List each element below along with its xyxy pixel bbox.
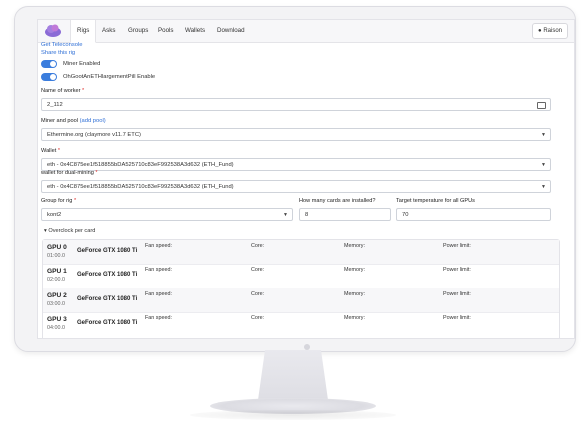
overclock-label: Overclock per card [48,228,96,234]
power-indicator [304,344,310,350]
miner-enabled-toggle[interactable] [41,60,57,68]
stand-shadow [190,410,396,420]
dual-wallet-select[interactable]: eth - 0x4C875ee1f518855bDA525710c83eF992… [41,180,551,193]
tab-rigs[interactable]: Rigs [70,20,97,43]
core-label: Core: [251,243,265,249]
tab-download[interactable]: Download [211,20,251,42]
gpu-model: GeForce GTX 1080 Ti [77,248,138,254]
target-temp-input[interactable]: 70 [396,208,551,221]
power-limit-label: Power limit: [443,243,471,249]
miner-pool-select[interactable]: Ethermine.org (claymore v11.7 ETC) ▼ [41,128,551,141]
cards-count-input[interactable]: 8 [299,208,391,221]
add-pool-link[interactable]: (add pool) [80,118,106,124]
gpu-row: GPU 0 01:00.0 GeForce GTX 1080 Ti Fan sp… [43,240,559,265]
gpu-id: 01:00.0 [47,253,65,259]
group-value: kont2 [47,212,62,218]
chevron-down-icon: ▼ [541,132,546,138]
core-label: Core: [251,267,265,273]
share-rig-link[interactable]: Share this rig [41,50,75,56]
memory-label: Memory: [344,243,365,249]
worker-name-value: 2_112 [47,102,63,108]
gpu-model: GeForce GTX 1080 Ti [77,272,138,278]
gpu-id: 04:00.0 [47,325,65,331]
monitor-stand-neck [258,350,328,400]
gpu-name: GPU 0 [47,244,67,251]
wallet-select[interactable]: eth - 0x4C875ee1f518855bDA525710c83eF992… [41,158,551,171]
screen: Rigs Asks Groups Pools Wallets Download … [37,19,575,339]
logo-cloud-icon [45,24,61,37]
miner-pool-label: Miner and pool (add pool) [41,118,106,124]
wallet-value: eth - 0x4C875ee1f518855bDA525710c83eF992… [47,162,234,168]
tab-wallets[interactable]: Wallets [179,20,211,42]
gpu-model: GeForce GTX 1080 Ti [77,320,138,326]
tab-pools[interactable]: Pools [152,20,179,42]
group-select[interactable]: kont2 ▼ [41,208,293,221]
core-label: Core: [251,315,265,321]
miner-enabled-label: Miner Enabled [63,61,101,67]
rig-form: Get Teleconsole Share this rig Miner Ena… [38,42,574,338]
power-limit-label: Power limit: [443,291,471,297]
gpu-row: GPU 2 03:00.0 GeForce GTX 1080 Ti Fan sp… [43,288,559,313]
gpu-id: 02:00.0 [47,277,65,283]
power-limit-label: Power limit: [443,267,471,273]
memory-label: Memory: [344,315,365,321]
eth-pill-toggle[interactable] [41,73,57,81]
chevron-down-icon: ▼ [541,184,546,190]
fan-speed-label: Fan speed: [145,267,172,273]
memory-label: Memory: [344,267,365,273]
teleconsole-link[interactable]: Get Teleconsole [41,42,82,48]
memory-label: Memory: [344,291,365,297]
keyboard-icon [537,102,546,109]
target-temp-value: 70 [402,212,409,218]
target-temp-label: Target temperature for all GPUs [396,198,475,204]
gpu-table: GPU 0 01:00.0 GeForce GTX 1080 Ti Fan sp… [42,239,560,338]
monitor-frame: Rigs Asks Groups Pools Wallets Download … [14,6,576,352]
gpu-row: GPU 1 02:00.0 GeForce GTX 1080 Ti Fan sp… [43,264,559,289]
worker-name-input[interactable]: 2_112 [41,98,551,111]
cards-count-value: 8 [305,212,309,218]
eth-pill-label: OhGootAnETHlargementPill Enable [63,74,156,80]
user-menu-button[interactable]: ● Raison [532,23,568,39]
dual-wallet-value: eth - 0x4C875ee1f518855bDA525710c83eF992… [47,184,234,190]
caret-down-icon: ▾ [44,228,47,234]
user-name: Raison [543,28,562,34]
tab-groups[interactable]: Groups [122,20,154,42]
fan-speed-label: Fan speed: [145,243,172,249]
gpu-model: GeForce GTX 1080 Ti [77,296,138,302]
gpu-row: GPU 3 04:00.0 GeForce GTX 1080 Ti Fan sp… [43,312,559,336]
tab-asks[interactable]: Asks [96,20,121,42]
fan-speed-label: Fan speed: [145,315,172,321]
top-nav: Rigs Asks Groups Pools Wallets Download … [38,20,574,43]
cards-count-label: How many cards are installed? [299,198,376,204]
user-icon: ● [538,28,542,34]
gpu-name: GPU 1 [47,268,67,275]
power-limit-label: Power limit: [443,315,471,321]
dual-wallet-label: wallet for dual-mining * [41,170,98,176]
chevron-down-icon: ▼ [541,162,546,168]
gpu-name: GPU 2 [47,292,67,299]
gpu-id: 03:00.0 [47,301,65,307]
worker-name-label: Name of worker * [41,88,85,94]
miner-pool-value: Ethermine.org (claymore v11.7 ETC) [47,132,141,138]
wallet-label: Wallet * [41,148,61,154]
core-label: Core: [251,291,265,297]
chevron-down-icon: ▼ [283,212,288,218]
fan-speed-label: Fan speed: [145,291,172,297]
gpu-name: GPU 3 [47,316,67,323]
group-label: Group for rig * [41,198,77,204]
overclock-toggle[interactable]: ▾ Overclock per card [44,228,95,234]
